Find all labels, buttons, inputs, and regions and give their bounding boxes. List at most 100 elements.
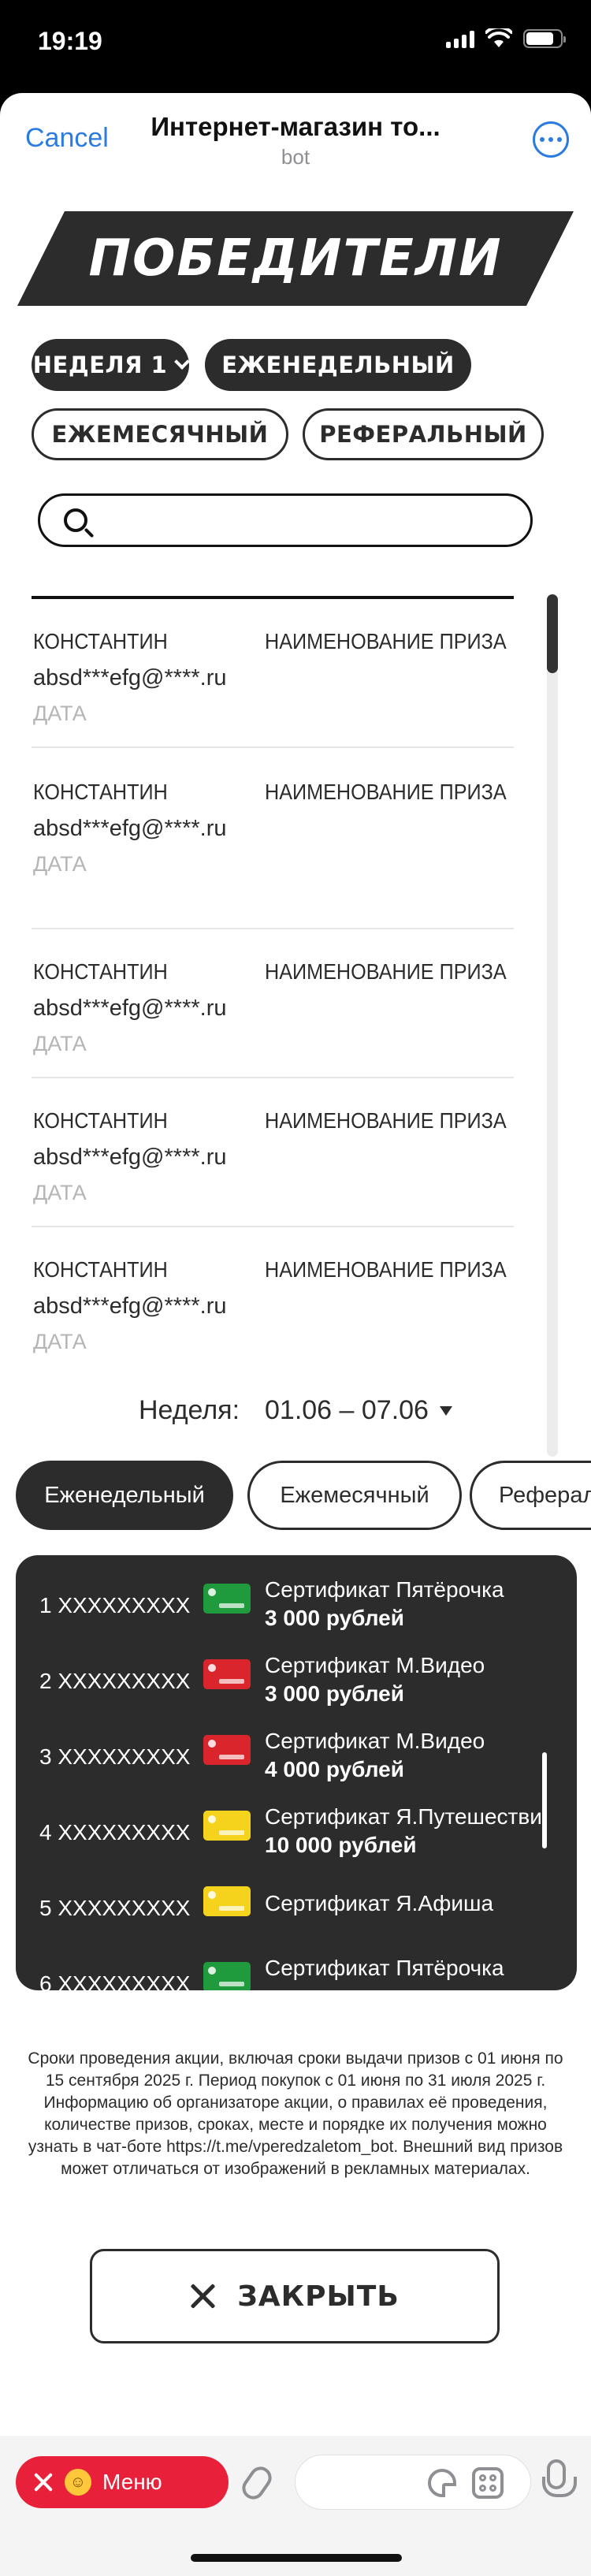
winner-name: КОНСТАНТИН [33, 1108, 168, 1133]
gift-card-icon [203, 1962, 251, 1990]
winner-prize: НАИМЕНОВАНИЕ ПРИЗА [265, 780, 507, 804]
tab-monthly[interactable]: Ежемесячный [247, 1461, 462, 1530]
week-label: Неделя: [139, 1395, 240, 1425]
prize-rank: 3 XXXXXXXXX [39, 1744, 191, 1769]
search-box[interactable] [38, 493, 533, 547]
winners-list: КОНСТАНТИН НАИМЕНОВАНИЕ ПРИЗА absd***efg… [32, 596, 514, 1455]
winner-row: КОНСТАНТИН НАИМЕНОВАНИЕ ПРИЗА absd***efg… [32, 748, 514, 929]
winner-date: ДАТА [33, 852, 87, 876]
prize-title: Сертификат М.Видео [265, 1653, 485, 1677]
bot-commands-icon[interactable] [472, 2467, 504, 2499]
cancel-button[interactable]: Cancel [25, 123, 109, 154]
message-input[interactable] [295, 2455, 531, 2510]
search-icon [64, 508, 87, 532]
week-value-dropdown[interactable]: 01.06 – 07.06 [265, 1395, 429, 1426]
gift-card-icon [203, 1659, 251, 1689]
winner-email: absd***efg@****.ru [33, 996, 227, 1021]
menu-label: Меню [102, 2470, 162, 2494]
winner-name: КОНСТАНТИН [33, 1257, 168, 1282]
menu-button[interactable]: ☺ Меню [16, 2456, 229, 2508]
gift-card-icon [203, 1886, 251, 1916]
prize-rank: 4 XXXXXXXXX [39, 1820, 191, 1845]
status-icons [446, 28, 566, 49]
signal-icon [446, 29, 474, 48]
attach-icon[interactable] [237, 2462, 277, 2504]
winner-row: КОНСТАНТИН НАИМЕНОВАНИЕ ПРИЗА absd***efg… [32, 929, 514, 1078]
triangle-down-icon[interactable] [440, 1406, 452, 1416]
prizes-scrollbar[interactable] [542, 1752, 547, 1848]
winner-prize: НАИМЕНОВАНИЕ ПРИЗА [265, 1257, 507, 1282]
webapp-title: Интернет-магазин то... [151, 112, 440, 141]
tab-referral[interactable]: Реферал [470, 1461, 591, 1530]
winner-date: ДАТА [33, 1032, 87, 1055]
wifi-icon [485, 28, 512, 47]
winner-date: ДАТА [33, 702, 87, 725]
webapp-sheet: Cancel Интернет-магазин то... bot ПОБЕДИ… [0, 93, 591, 2576]
prize-title: Сертификат Пятёрочка [265, 1577, 504, 1602]
prize-amount: 10 000 рублей [265, 1833, 417, 1857]
week-dropdown[interactable]: НЕДЕЛЯ 1 [32, 339, 191, 391]
microphone-icon[interactable] [542, 2459, 577, 2497]
winner-date: ДАТА [33, 1330, 87, 1353]
winners-scrollbar[interactable] [547, 594, 558, 1457]
webapp-title-block: Интернет-магазин то... bot [118, 112, 473, 169]
filter-monthly-button[interactable]: ЕЖЕМЕСЯЧНЫЙ [32, 408, 288, 460]
banner-title: ПОБЕДИТЕЛИ [88, 229, 503, 288]
prizes-panel: 1 XXXXXXXXX Сертификат Пятёрочка 3 000 р… [16, 1555, 577, 1990]
prize-row: 5 XXXXXXXXX Сертификат Я.Афиша [16, 1872, 552, 1948]
winner-prize: НАИМЕНОВАНИЕ ПРИЗА [265, 629, 507, 653]
winner-row: КОНСТАНТИН НАИМЕНОВАНИЕ ПРИЗА absd***efg… [32, 1078, 514, 1227]
prize-amount: 3 000 рублей [265, 1606, 404, 1630]
winner-name: КОНСТАНТИН [33, 629, 168, 653]
winner-email: absd***efg@****.ru [33, 1145, 227, 1170]
close-label: ЗАКРЫТЬ [237, 2280, 400, 2313]
filter-weekly-button[interactable]: ЕЖЕНЕДЕЛЬНЫЙ [205, 339, 471, 391]
prize-amount: 4 000 рублей [265, 1757, 404, 1781]
prize-row: 2 XXXXXXXXX Сертификат М.Видео 3 000 руб… [16, 1645, 552, 1721]
prize-row: 4 XXXXXXXXX Сертификат Я.Путешестви 10 0… [16, 1796, 552, 1872]
winner-date: ДАТА [33, 1181, 87, 1204]
close-icon [190, 2284, 215, 2309]
winner-name: КОНСТАНТИН [33, 780, 168, 804]
prize-title: Сертификат Я.Афиша [265, 1891, 494, 1915]
prize-rank: 6 XXXXXXXXX [39, 1971, 191, 1990]
webapp-subtitle: bot [281, 145, 310, 169]
status-bar: 19:19 [0, 0, 591, 87]
disclaimer-text: Сроки проведения акции, включая сроки вы… [28, 2049, 563, 2178]
prize-title: Сертификат Я.Путешестви [265, 1804, 542, 1829]
gift-card-icon [203, 1811, 251, 1841]
winner-prize: НАИМЕНОВАНИЕ ПРИЗА [265, 959, 507, 984]
chevron-down-icon [174, 354, 191, 370]
winner-prize: НАИМЕНОВАНИЕ ПРИЗА [265, 1108, 507, 1133]
close-button[interactable]: ЗАКРЫТЬ [90, 2249, 500, 2343]
winner-name: КОНСТАНТИН [33, 959, 168, 984]
sticker-icon[interactable] [428, 2469, 456, 2497]
winner-email: absd***efg@****.ru [33, 816, 227, 841]
prize-row: 3 XXXXXXXXX Сертификат М.Видео 4 000 руб… [16, 1721, 552, 1796]
prize-amount: 3 000 рублей [265, 1681, 404, 1706]
winner-email: absd***efg@****.ru [33, 1294, 227, 1319]
prize-row: 1 XXXXXXXXX Сертификат Пятёрочка 3 000 р… [16, 1569, 552, 1645]
webapp-header: Cancel Интернет-магазин то... bot [0, 93, 591, 186]
prize-rank: 2 XXXXXXXXX [39, 1669, 191, 1693]
winners-banner: ПОБЕДИТЕЛИ [17, 211, 574, 306]
winners-scrollbar-thumb[interactable] [547, 594, 558, 673]
prize-rank: 1 XXXXXXXXX [39, 1593, 191, 1617]
tab-weekly[interactable]: Еженедельный [16, 1461, 233, 1530]
home-indicator [191, 2554, 402, 2562]
prize-row: 6 XXXXXXXXX Сертификат Пятёрочка [16, 1948, 552, 1990]
more-options-icon[interactable] [533, 121, 569, 158]
search-input[interactable] [103, 501, 513, 540]
winner-row: КОНСТАНТИН НАИМЕНОВАНИЕ ПРИЗА absd***efg… [32, 1227, 514, 1376]
prize-title: Сертификат М.Видео [265, 1729, 485, 1753]
status-time: 19:19 [38, 27, 102, 55]
emoji-icon: ☺ [65, 2469, 91, 2496]
winner-row: КОНСТАНТИН НАИМЕНОВАНИЕ ПРИЗА absd***efg… [32, 599, 514, 748]
prize-title: Сертификат Пятёрочка [265, 1956, 504, 1980]
prize-rank: 5 XXXXXXXXX [39, 1896, 191, 1920]
filter-referral-button[interactable]: РЕФЕРАЛЬНЫЙ [303, 408, 544, 460]
battery-icon [523, 29, 566, 48]
winner-email: absd***efg@****.ru [33, 665, 227, 691]
week-dropdown-label: НЕДЕЛЯ 1 [32, 352, 168, 378]
gift-card-icon [203, 1584, 251, 1614]
